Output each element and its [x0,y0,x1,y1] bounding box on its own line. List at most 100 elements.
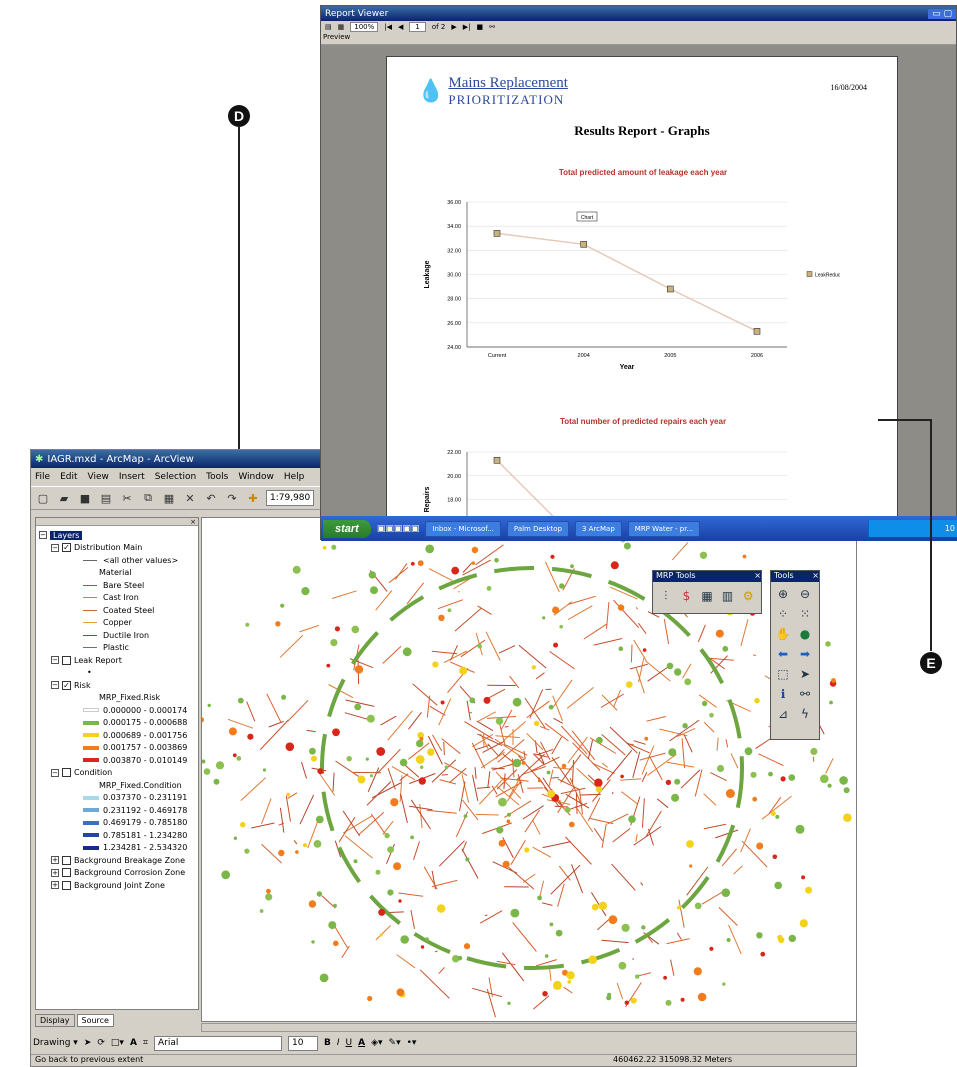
add-data-icon[interactable]: ✚ [245,490,261,506]
undo-icon[interactable]: ↶ [203,490,219,506]
stop-icon[interactable]: ■ [476,23,483,31]
collapse-icon[interactable]: − [51,543,59,552]
save-icon[interactable]: ■ [77,490,93,506]
toc-layers[interactable]: − Layers [39,529,198,542]
text-tool[interactable]: A [130,1038,137,1048]
map-horizontal-scrollbar[interactable] [201,1023,857,1032]
font-color-button[interactable]: A [358,1038,365,1048]
select-features-icon[interactable]: ⬚ [774,665,792,683]
delete-icon[interactable]: ✕ [182,490,198,506]
font-select[interactable]: Arial [153,1035,282,1051]
zoom-select[interactable]: 100% [350,22,379,32]
fill-color-icon[interactable]: ◈▾ [371,1038,382,1048]
drawing-menu[interactable]: Drawing ▾ [33,1038,78,1048]
print-icon[interactable]: ▤ [98,490,114,506]
menu-view[interactable]: View [88,472,109,482]
pointer-icon[interactable]: ➤ [796,665,814,683]
underline-button[interactable]: U [346,1038,353,1048]
prev-page-icon[interactable]: ◀ [398,23,403,31]
tab-source[interactable]: Source [76,1014,114,1027]
find-binoculars-icon[interactable]: ⚯ [796,685,814,703]
map-scale-input[interactable]: 1:79,980 [266,490,314,506]
identify-icon[interactable]: ℹ [774,685,792,703]
measure-icon[interactable]: ⊿ [774,705,792,723]
paste-icon[interactable]: ▦ [161,490,177,506]
quick-launch-icons[interactable]: ▣▣▣▣▣ [377,524,420,534]
next-page-icon[interactable]: ▶ [451,23,456,31]
select-arrow-icon[interactable]: ➤ [84,1038,92,1048]
menu-file[interactable]: File [35,472,50,482]
callout-tool-icon[interactable]: ⌗ [143,1038,148,1048]
marker-color-icon[interactable]: •▾ [407,1038,417,1048]
search-binoculars-icon[interactable]: ⚯ [489,23,495,31]
page-number-input[interactable]: 1 [409,22,426,32]
font-size-select[interactable]: 10 [287,1035,318,1051]
expand-icon[interactable]: + [51,868,59,877]
menu-help[interactable]: Help [284,472,305,482]
rectangle-icon[interactable]: □▾ [111,1038,124,1048]
risk-calc-icon[interactable]: $ [678,587,696,605]
italic-button[interactable]: I [337,1038,340,1048]
chart-icon[interactable]: ▥ [719,587,737,605]
layer-visibility-checkbox[interactable]: ✓ [62,543,71,553]
toc-layer-condition[interactable]: − Condition [39,767,198,780]
zoom-in-icon[interactable]: ⊕ [774,585,792,603]
taskbar-item[interactable]: Palm Desktop [506,520,569,537]
menu-selection[interactable]: Selection [155,472,196,482]
toc-layer-background-zone[interactable]: + Background Corrosion Zone [39,867,198,880]
expand-icon[interactable]: + [51,856,59,865]
layer-visibility-checkbox[interactable] [62,768,71,778]
pipe-select-icon[interactable]: ⫶ [657,587,675,605]
new-document-icon[interactable]: ▢ [35,490,51,506]
settings-icon[interactable]: ⚙ [739,587,757,605]
first-page-icon[interactable]: |◀ [384,23,392,31]
layer-visibility-checkbox[interactable] [62,868,71,878]
zoom-out-icon[interactable]: ⊖ [796,585,814,603]
start-button[interactable]: start [323,519,371,538]
line-color-icon[interactable]: ✎▾ [389,1038,401,1048]
layer-visibility-checkbox[interactable]: ✓ [62,680,71,690]
open-folder-icon[interactable]: ▰ [56,490,72,506]
forward-arrow-icon[interactable]: ➡ [796,645,814,663]
menu-edit[interactable]: Edit [60,472,77,482]
tab-display[interactable]: Display [35,1014,75,1027]
expand-icon[interactable]: + [51,881,59,890]
collapse-icon[interactable]: − [51,681,59,690]
toc-layer-risk[interactable]: − ✓ Risk [39,679,198,692]
redo-icon[interactable]: ↷ [224,490,240,506]
toc-layer-distribution-main[interactable]: − ✓ Distribution Main [39,542,198,555]
map-view[interactable]: MRP Tools × ⫶ $ ▦ ▥ ⚙ Tools × ⊕ ⊖ ⁘ ⁙ ✋ ● … [201,517,857,1022]
bold-button[interactable]: B [324,1038,331,1048]
export-icon[interactable]: ▦ [338,23,345,31]
back-arrow-icon[interactable]: ⬅ [774,645,792,663]
taskbar-item[interactable]: Inbox - Microsof... [425,520,501,537]
last-page-icon[interactable]: ▶| [463,23,471,31]
collapse-icon[interactable]: − [51,656,59,665]
full-extent-globe-icon[interactable]: ● [796,625,814,643]
toc-close-icon[interactable]: × [36,518,198,526]
copy-icon[interactable]: ⧉ [140,490,156,506]
tab-preview[interactable]: Preview [321,33,956,45]
close-icon[interactable]: × [754,571,761,582]
collapse-icon[interactable]: − [39,531,47,540]
print-icon[interactable]: ▤ [325,23,332,31]
taskbar-item[interactable]: 3 ArcMap [574,520,622,537]
hyperlink-icon[interactable]: ϟ [796,705,814,723]
report-icon[interactable]: ▦ [698,587,716,605]
menu-tools[interactable]: Tools [206,472,228,482]
fixed-zoom-in-icon[interactable]: ⁘ [774,605,792,623]
layer-visibility-checkbox[interactable] [62,855,71,865]
menu-window[interactable]: Window [238,472,274,482]
toc-layer-background-zone[interactable]: + Background Breakage Zone [39,854,198,867]
close-icon[interactable]: × [812,571,819,582]
layer-visibility-checkbox[interactable] [62,655,71,665]
pan-hand-icon[interactable]: ✋ [774,625,792,643]
rotate-icon[interactable]: ⟳ [97,1038,105,1048]
taskbar-item[interactable]: MRP Water - pr... [627,520,701,537]
layer-visibility-checkbox[interactable] [62,880,71,890]
toc-layer-leak-report[interactable]: − Leak Report [39,654,198,667]
cut-icon[interactable]: ✂ [119,490,135,506]
collapse-icon[interactable]: − [51,768,59,777]
toc-layer-background-zone[interactable]: + Background Joint Zone [39,879,198,892]
menu-insert[interactable]: Insert [119,472,145,482]
